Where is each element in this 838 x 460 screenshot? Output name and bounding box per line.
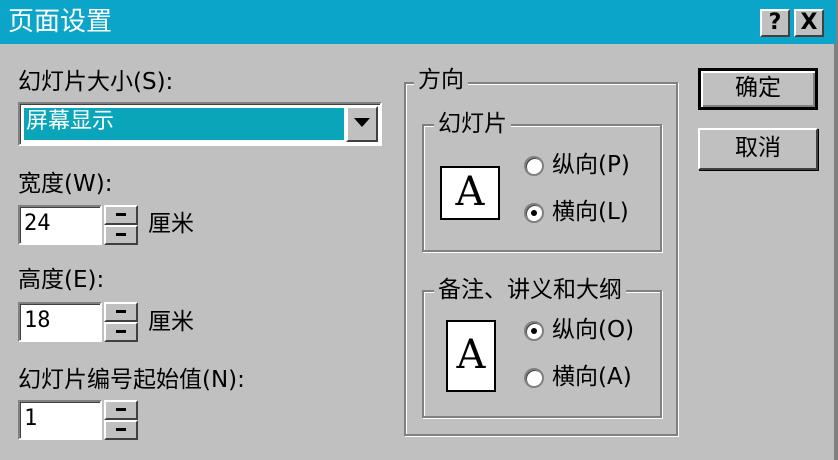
height-label: 高度(E): [18, 267, 105, 293]
spin-up-icon[interactable] [104, 302, 138, 322]
slide-size-dropdown[interactable]: 屏幕显示 [18, 102, 382, 146]
slides-portrait-radio[interactable] [524, 156, 544, 176]
width-spinner[interactable] [104, 205, 138, 245]
slide-size-label: 幻灯片大小(S): [18, 69, 174, 95]
numbering-input[interactable]: 1 [18, 400, 102, 440]
numbering-label: 幻灯片编号起始值(N): [18, 367, 245, 393]
close-button[interactable]: X [794, 9, 824, 37]
notes-landscape-label[interactable]: 横向(A) [552, 363, 632, 391]
orientation-group-label: 方向 [414, 66, 468, 94]
slides-portrait-label[interactable]: 纵向(P) [552, 151, 630, 179]
height-spinner[interactable] [104, 302, 138, 342]
notes-portrait-radio[interactable] [524, 321, 544, 341]
spin-down-icon[interactable] [104, 322, 138, 342]
portrait-page-icon: A [446, 320, 496, 392]
landscape-page-icon: A [440, 166, 500, 220]
spin-down-icon[interactable] [104, 225, 138, 245]
page-setup-dialog: 页面设置 ? X 幻灯片大小(S): 屏幕显示 宽度(W): 24 厘米 高度(… [0, 0, 836, 460]
slides-orientation-label: 幻灯片 [434, 110, 511, 138]
spin-down-icon[interactable] [104, 420, 138, 440]
width-label: 宽度(W): [18, 171, 113, 197]
notes-orientation-label: 备注、讲义和大纲 [434, 276, 626, 304]
width-input[interactable]: 24 [18, 205, 102, 245]
ok-button[interactable]: 确定 [698, 68, 818, 110]
spin-up-icon[interactable] [104, 400, 138, 420]
slides-landscape-label[interactable]: 横向(L) [552, 198, 629, 226]
width-unit: 厘米 [148, 211, 194, 237]
height-unit: 厘米 [148, 309, 194, 335]
notes-portrait-label[interactable]: 纵向(O) [552, 316, 634, 344]
title-bar[interactable]: 页面设置 ? X [0, 0, 836, 44]
slide-size-value: 屏幕显示 [24, 108, 344, 140]
dialog-title: 页面设置 [8, 7, 113, 37]
cancel-button[interactable]: 取消 [698, 128, 818, 170]
help-button[interactable]: ? [760, 9, 790, 37]
slides-landscape-radio[interactable] [524, 203, 544, 223]
chevron-down-icon[interactable] [346, 106, 378, 142]
spin-up-icon[interactable] [104, 205, 138, 225]
height-input[interactable]: 18 [18, 302, 102, 342]
notes-landscape-radio[interactable] [524, 368, 544, 388]
numbering-spinner[interactable] [104, 400, 138, 440]
